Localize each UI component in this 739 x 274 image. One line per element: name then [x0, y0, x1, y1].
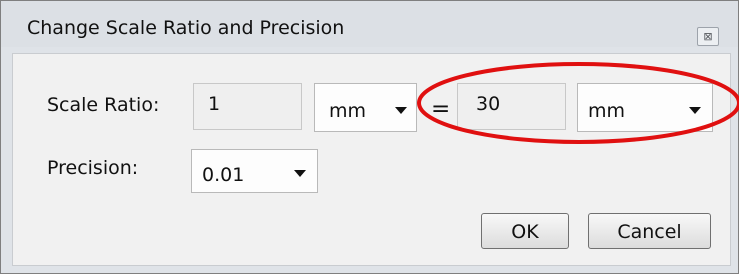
precision-value: 0.01 — [202, 164, 245, 186]
ok-button[interactable]: OK — [481, 213, 569, 249]
highlight-ellipse — [417, 62, 739, 144]
dialog-title: Change Scale Ratio and Precision — [27, 17, 345, 39]
dialog-titlebar: Change Scale Ratio and Precision ⊠ — [1, 1, 738, 47]
chevron-down-icon — [395, 107, 407, 114]
scale-ratio-left-unit: mm — [329, 100, 367, 122]
chevron-down-icon — [294, 170, 306, 177]
precision-label: Precision: — [47, 157, 139, 179]
precision-select[interactable]: 0.01 — [191, 149, 318, 193]
cancel-button-label: Cancel — [617, 221, 682, 243]
scale-ratio-left-unit-select[interactable]: mm — [314, 83, 417, 132]
scale-ratio-left-value: 1 — [208, 93, 221, 115]
close-icon: ⊠ — [703, 30, 713, 43]
scale-ratio-left-value-field[interactable]: 1 — [193, 83, 302, 130]
ok-button-label: OK — [511, 221, 539, 243]
scale-ratio-label: Scale Ratio: — [47, 94, 160, 116]
change-scale-dialog: Change Scale Ratio and Precision ⊠ Scale… — [0, 0, 739, 274]
cancel-button[interactable]: Cancel — [588, 213, 711, 249]
close-button[interactable]: ⊠ — [697, 27, 719, 46]
